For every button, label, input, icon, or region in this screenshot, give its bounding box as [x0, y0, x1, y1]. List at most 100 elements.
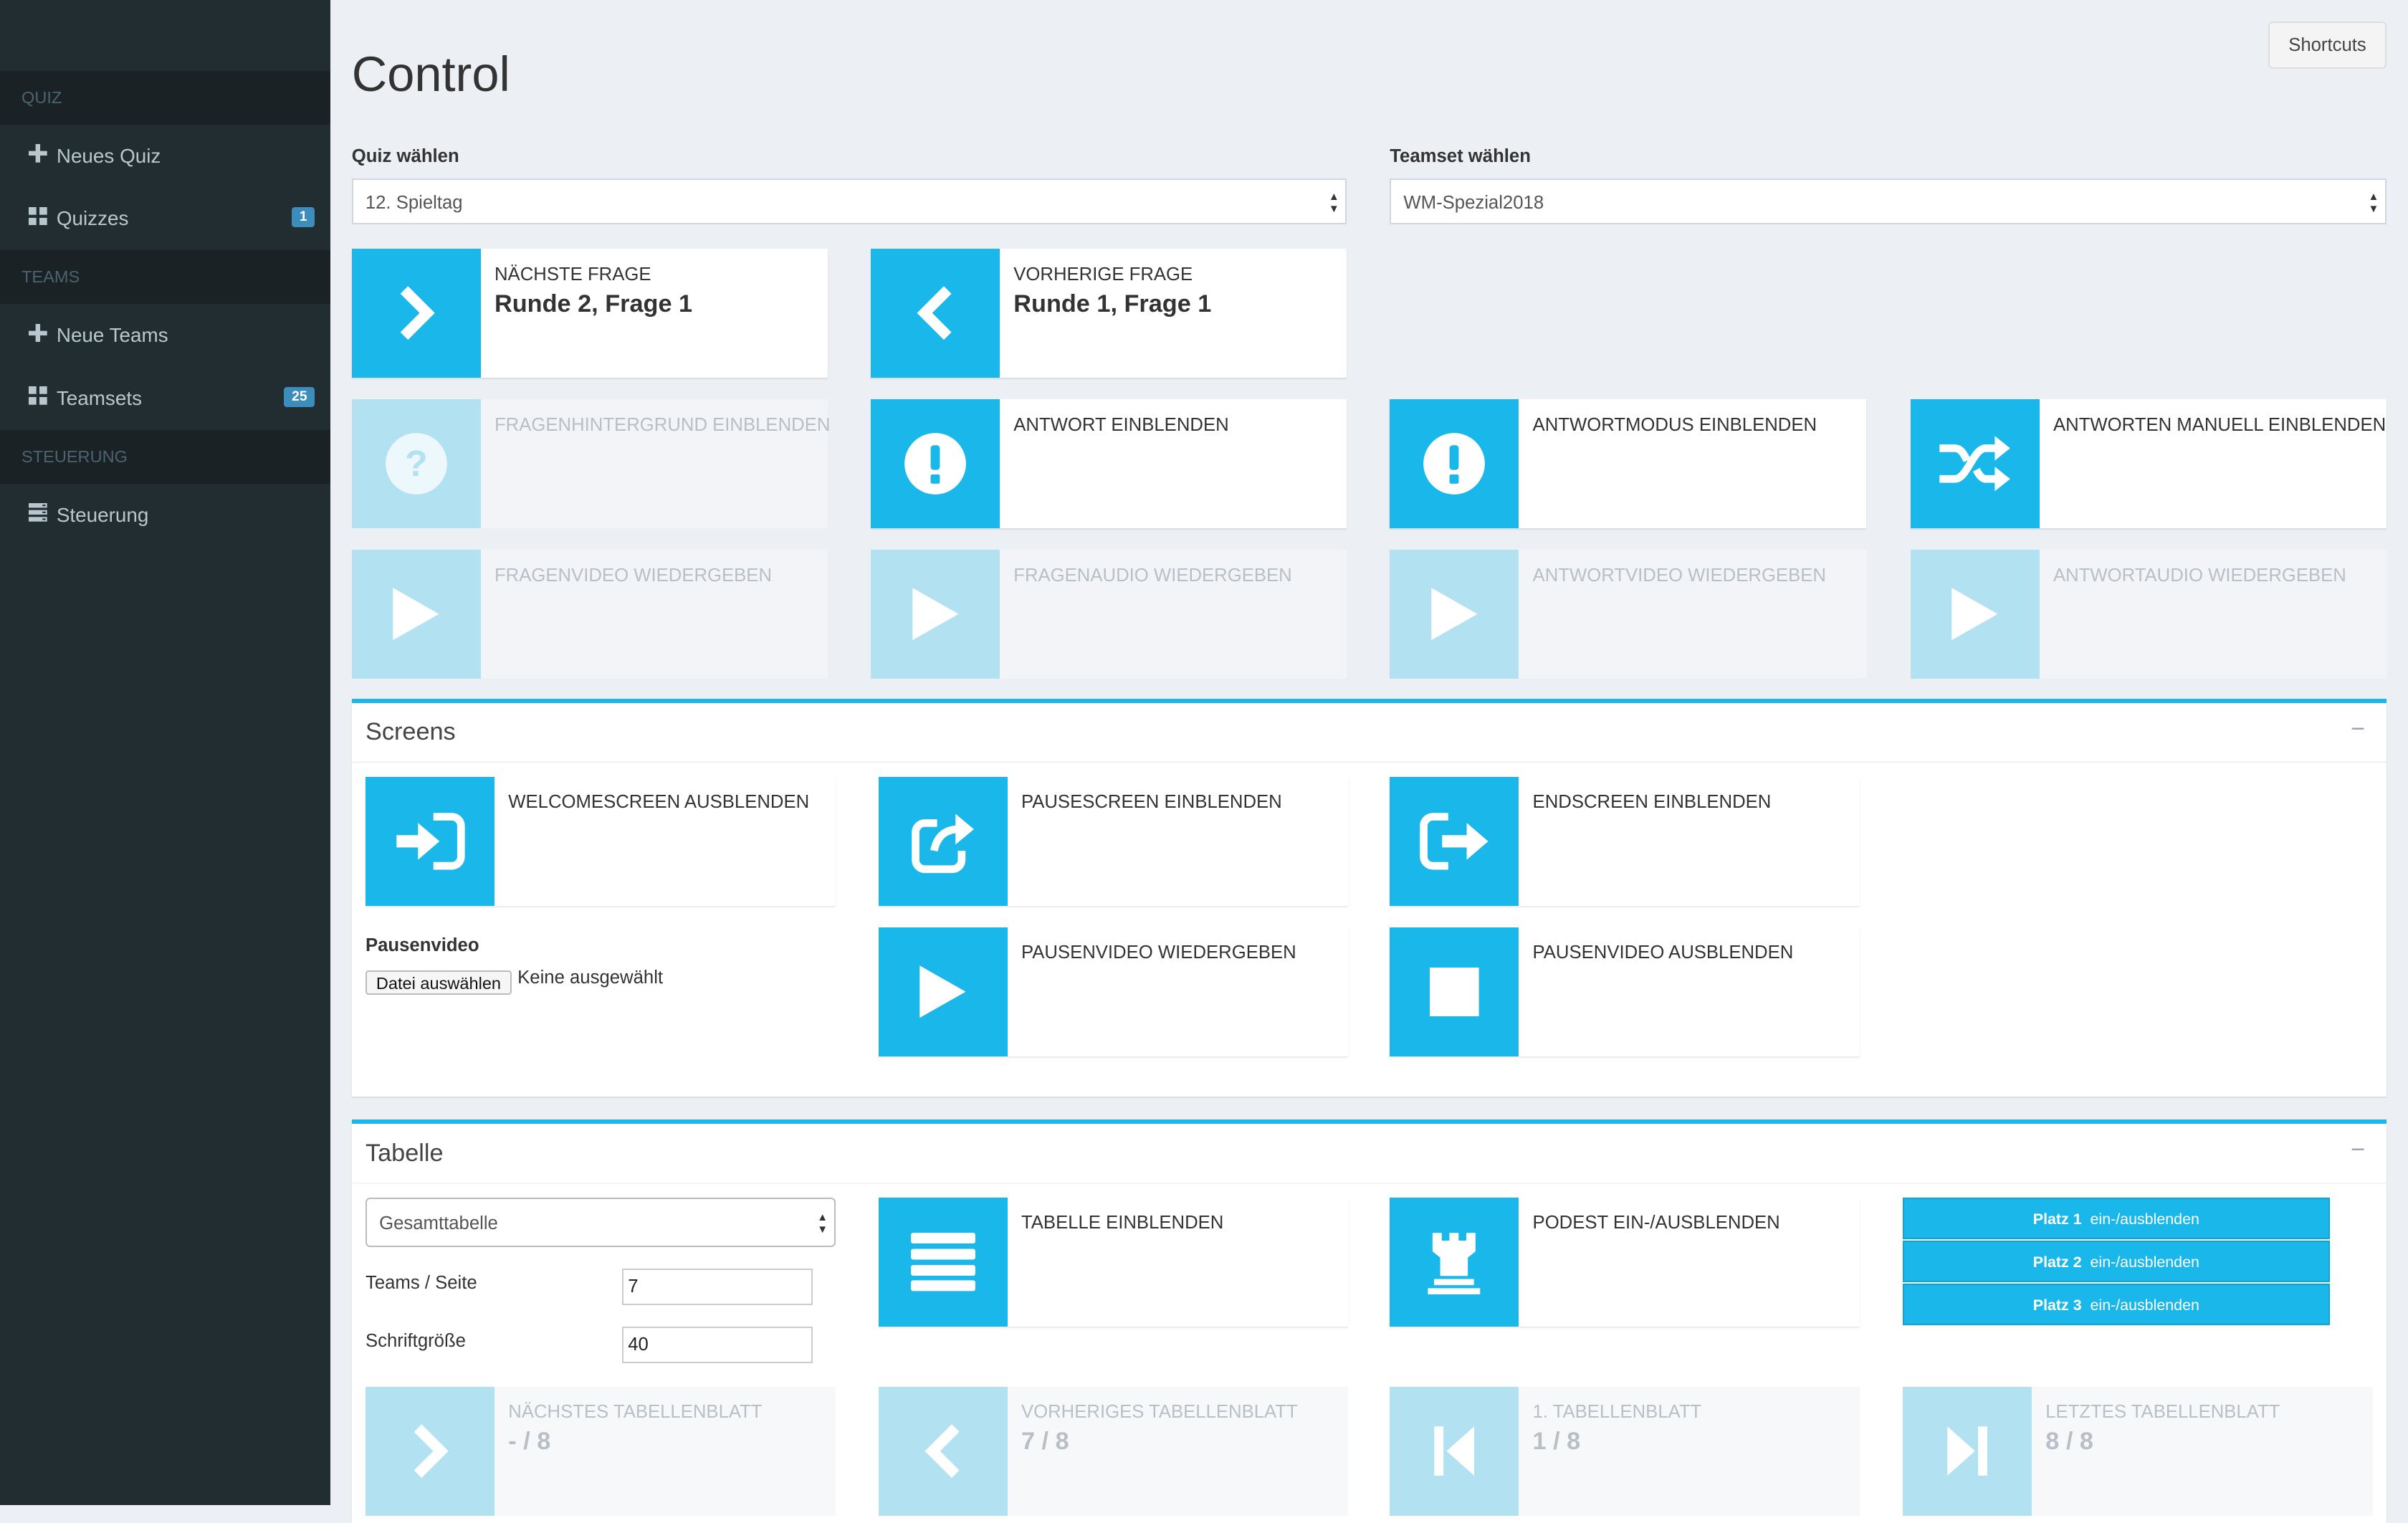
sign-in-icon [365, 776, 494, 906]
fragenvideo-tile[interactable]: Fragenvideo wiedergeben [351, 550, 828, 679]
tile-label: Podest ein-/ausblenden [1532, 1213, 1780, 1233]
select-arrows-icon: ▲ ▼ [817, 1211, 828, 1236]
quiz-select[interactable]: 12. Spieltag ▲ ▼ [351, 178, 1347, 224]
sidebar-item-quizzes[interactable]: Quizzes 1 [0, 187, 330, 250]
play-icon [351, 550, 481, 679]
tile-label: Welcomescreen ausblenden [508, 792, 810, 813]
next-sheet-tile[interactable]: Nächstes Tabellenblatt - / 8 [365, 1386, 836, 1516]
tile-label: Fragenvideo wiedergeben [494, 565, 773, 586]
antwortvideo-tile[interactable]: Antwortvideo wiedergeben [1390, 550, 1866, 679]
sidebar-item-neues-quiz[interactable]: Neues Quiz [0, 125, 330, 188]
platz-name: Platz 1 [2032, 1210, 2082, 1228]
welcomescreen-tile[interactable]: Welcomescreen ausblenden [365, 776, 836, 906]
collapse-icon[interactable]: − [2351, 715, 2365, 743]
server-icon [29, 503, 57, 522]
sidebar-item-neue-teams[interactable]: Neue Teams [0, 304, 330, 367]
sidebar-header-steuerung: Steuerung [0, 429, 330, 484]
sidebar-header-teams: Teams [0, 250, 330, 305]
tile-value: Runde 1, Frage 1 [1013, 290, 1212, 318]
tabelle-select-value: Gesamttabelle [379, 1213, 498, 1233]
tile-label: Antwort einblenden [1013, 414, 1229, 435]
file-choose-button[interactable]: Datei auswählen [365, 970, 512, 996]
file-status-text: Keine ausgewählt [517, 967, 664, 988]
collapse-icon[interactable]: − [2351, 1136, 2365, 1164]
chess-rook-icon [1390, 1197, 1519, 1327]
chevron-right-icon [365, 1386, 494, 1516]
play-icon [870, 550, 1000, 679]
platz-name: Platz 3 [2032, 1296, 2082, 1314]
fragenhintergrund-tile[interactable]: ? Fragenhintergrund einblenden [351, 399, 831, 529]
first-sheet-tile[interactable]: 1. Tabellenblatt 1 / 8 [1390, 1386, 1860, 1516]
sidebar-item-label: Neues Quiz [56, 144, 161, 167]
select-arrows-icon: ▲ ▼ [2368, 190, 2379, 215]
tile-value: 8 / 8 [2045, 1428, 2093, 1456]
sidebar-top [0, 0, 330, 71]
grid-icon [29, 206, 57, 226]
step-forward-icon [1902, 1386, 2032, 1516]
font-size-input[interactable] [621, 1326, 813, 1364]
random-shuffle-icon [1910, 399, 2040, 529]
podest-tile[interactable]: Podest ein-/ausblenden [1390, 1197, 1860, 1327]
panel-divider [351, 1182, 2386, 1184]
pausenvideo-hide-tile[interactable]: Pausenvideo ausblenden [1390, 927, 1860, 1056]
platz-action: ein-/ausblenden [2090, 1296, 2199, 1314]
teams-per-page-label: Teams / Seite [365, 1272, 477, 1293]
sidebar-header-quiz: Quiz [0, 70, 330, 125]
tile-label: Tabelle einblenden [1021, 1213, 1224, 1233]
shortcuts-button[interactable]: Shortcuts [2268, 22, 2386, 70]
select-arrows-icon: ▲ ▼ [1328, 190, 1339, 215]
tile-label: Vorheriges Tabellenblatt [1021, 1401, 1298, 1422]
tile-label: Pausescreen einblenden [1021, 792, 1282, 813]
pausescreen-tile[interactable]: Pausescreen einblenden [878, 776, 1349, 906]
teamset-select[interactable]: WM-Spezial2018 ▲ ▼ [1390, 178, 2386, 224]
previous-question-tile[interactable]: Vorherige Frage Runde 1, Frage 1 [870, 249, 1347, 378]
share-square-icon [878, 776, 1008, 906]
quiz-select-value: 12. Spieltag [365, 192, 463, 213]
fragenaudio-tile[interactable]: Fragenaudio wiedergeben [870, 550, 1347, 679]
endscreen-tile[interactable]: Endscreen einblenden [1390, 776, 1860, 906]
platz-button-group: Platz 1 ein-/ausblenden Platz 2 ein-/aus… [1902, 1197, 2330, 1327]
tabelle-select[interactable]: Gesamttabelle ▲ ▼ [365, 1197, 836, 1247]
tabelle-einblenden-tile[interactable]: Tabelle einblenden [878, 1197, 1349, 1327]
page-title: Control [351, 47, 510, 102]
last-sheet-tile[interactable]: Letztes Tabellenblatt 8 / 8 [1902, 1386, 2373, 1516]
sidebar-item-label: Neue Teams [56, 324, 168, 347]
exclamation-circle-icon [1390, 399, 1519, 529]
plus-icon [29, 143, 57, 163]
pausenvideo-play-tile[interactable]: Pausenvideo wiedergeben [878, 927, 1349, 1056]
quizzes-count-badge: 1 [292, 207, 315, 228]
screens-panel: Screens − Welcomescreen ausblenden Pause… [351, 698, 2386, 1097]
play-icon [1910, 550, 2040, 679]
tile-label: Letztes Tabellenblatt [2045, 1401, 2280, 1422]
antwortmodus-tile[interactable]: Antwortmodus einblenden [1390, 399, 1866, 529]
pausenvideo-label: Pausenvideo [365, 935, 479, 955]
antworten-manuell-tile[interactable]: Antworten manuell einblenden [1910, 399, 2386, 529]
teamset-select-value: WM-Spezial2018 [1403, 192, 1544, 213]
sidebar-item-steuerung[interactable]: Steuerung [0, 483, 330, 547]
antwortaudio-tile[interactable]: Antwortaudio wiedergeben [1910, 550, 2386, 679]
platz-1-button[interactable]: Platz 1 ein-/ausblenden [1902, 1197, 2330, 1239]
next-question-tile[interactable]: Nächste Frage Runde 2, Frage 1 [351, 249, 828, 378]
tabelle-panel: Tabelle − Gesamttabelle ▲ ▼ Teams / Seite… [351, 1119, 2386, 1523]
tile-label: Nächste Frage [494, 264, 651, 285]
step-backward-icon [1390, 1386, 1519, 1516]
platz-3-button[interactable]: Platz 3 ein-/ausblenden [1902, 1283, 2330, 1325]
sign-out-icon [1390, 776, 1519, 906]
main-content: Control Shortcuts Quiz wählen 12. Spielt… [330, 0, 2408, 1523]
panel-divider [351, 761, 2386, 763]
tabelle-panel-title: Tabelle [365, 1139, 444, 1167]
platz-2-button[interactable]: Platz 2 ein-/ausblenden [1902, 1240, 2330, 1282]
prev-sheet-tile[interactable]: Vorheriges Tabellenblatt 7 / 8 [878, 1386, 1349, 1516]
teams-per-page-input[interactable] [621, 1268, 813, 1305]
stop-icon [1390, 927, 1519, 1056]
sidebar-item-label: Quizzes [56, 207, 129, 230]
font-size-label: Schriftgröße [365, 1331, 466, 1352]
exclamation-circle-icon [870, 399, 1000, 529]
question-circle-icon: ? [351, 399, 481, 529]
sidebar-item-teamsets[interactable]: Teamsets 25 [0, 367, 330, 430]
tile-label: Pausenvideo wiedergeben [1021, 942, 1296, 963]
tile-label: Fragenhintergrund einblenden [494, 414, 831, 435]
antwort-tile[interactable]: Antwort einblenden [870, 399, 1347, 529]
tile-label: Antwortaudio wiedergeben [2053, 565, 2346, 586]
teamsets-count-badge: 25 [284, 386, 315, 407]
